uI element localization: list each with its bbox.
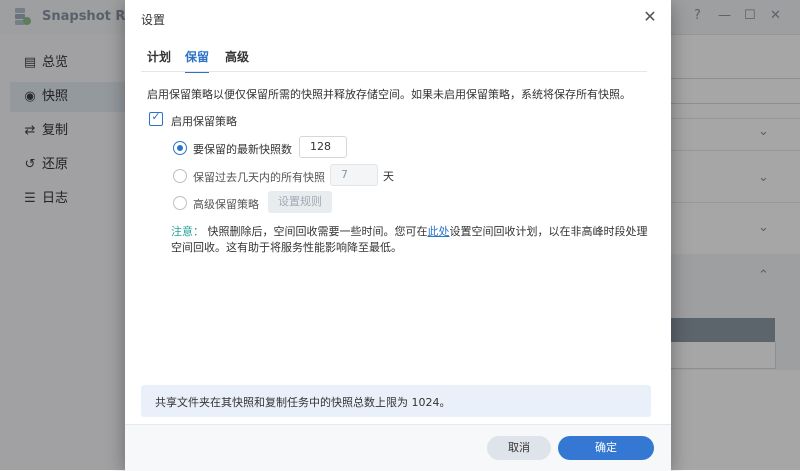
tab-bar: 计划 保留 高级 [125, 44, 671, 73]
info-text: 共享文件夹在其快照和复制任务中的快照总数上限为 1024。 [155, 396, 451, 409]
tab-advanced[interactable]: 高级 [225, 48, 249, 71]
dialog-header: 设置 ✕ [125, 0, 671, 36]
enable-retention-checkbox[interactable]: ✓ [149, 110, 163, 126]
dialog-footer: 取消 确定 [125, 424, 671, 471]
tab-divider [141, 71, 647, 72]
set-rules-button[interactable]: 设置规则 [268, 191, 332, 213]
retention-description: 启用保留策略以便仅保留所需的快照并释放存储空间。如果未启用保留策略，系统将保存所… [147, 88, 631, 101]
keep-latest-input[interactable] [299, 136, 347, 158]
settings-dialog: 设置 ✕ 计划 保留 高级 启用保留策略以便仅保留所需的快照并释放存储空间。如果… [125, 0, 671, 471]
note-keyword: 注意： [171, 225, 204, 238]
check-icon: ✓ [151, 110, 161, 123]
tab-retention[interactable]: 保留 [185, 48, 210, 73]
radio-advanced-retention[interactable] [173, 196, 187, 210]
retention-note: 注意： 快照删除后，空间回收需要一些时间。您可在此处设置空间回收计划，以在非高峰… [171, 224, 651, 256]
advanced-retention-label[interactable]: 高级保留策略 [193, 196, 259, 212]
keep-days-label[interactable]: 保留过去几天内的所有快照 [193, 169, 325, 185]
info-banner: 共享文件夹在其快照和复制任务中的快照总数上限为 1024。 [141, 385, 651, 417]
cancel-button[interactable]: 取消 [487, 436, 551, 460]
space-reclaim-link[interactable]: 此处 [428, 225, 450, 238]
dialog-title: 设置 [141, 13, 166, 27]
ok-button[interactable]: 确定 [558, 436, 654, 460]
note-text: 快照删除后，空间回收需要一些时间。您可在 [207, 225, 428, 238]
tab-schedule[interactable]: 计划 [147, 48, 171, 71]
radio-keep-latest[interactable] [173, 141, 187, 155]
enable-retention-label[interactable]: 启用保留策略 [171, 113, 237, 129]
days-unit-label: 天 [383, 170, 394, 183]
keep-days-input[interactable] [330, 164, 378, 186]
radio-keep-days[interactable] [173, 169, 187, 183]
keep-latest-label[interactable]: 要保留的最新快照数 [193, 141, 292, 157]
close-icon[interactable]: ✕ [641, 8, 659, 26]
